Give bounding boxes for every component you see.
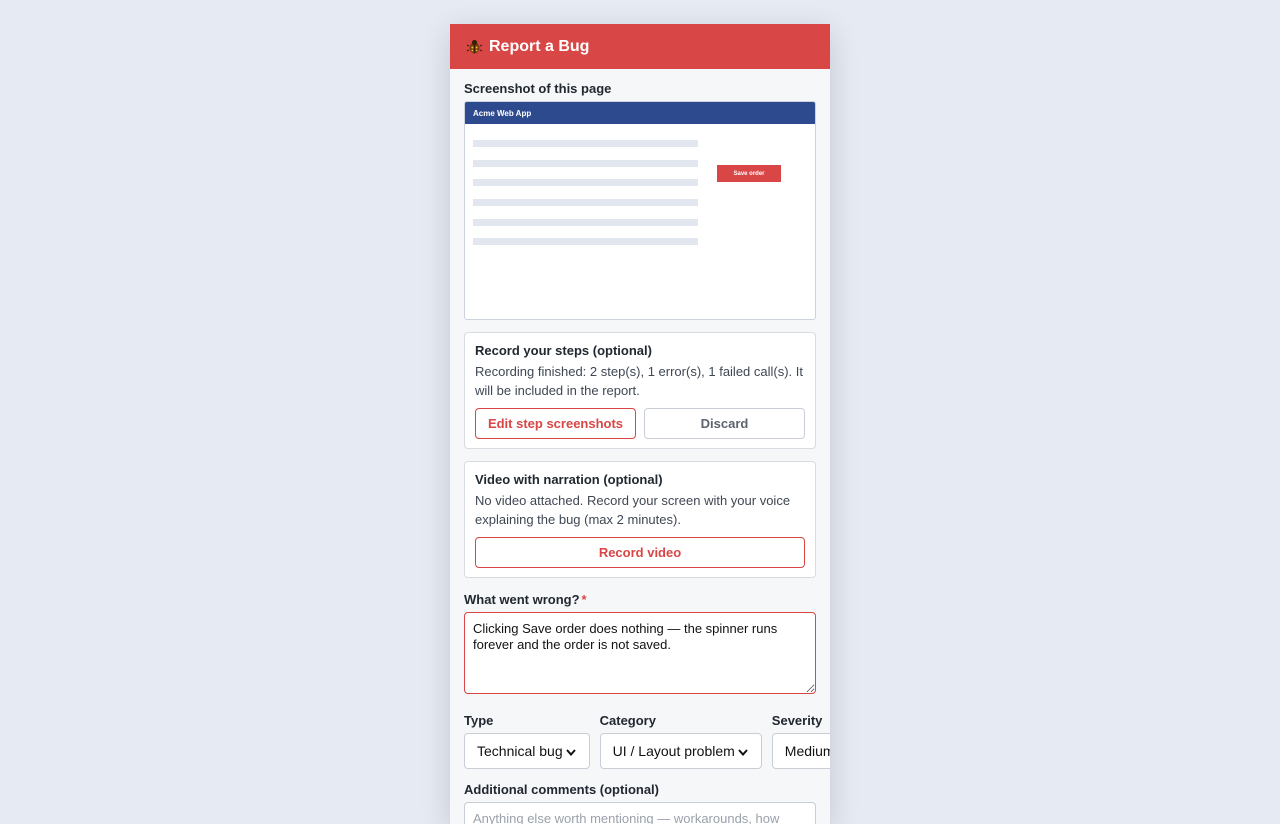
comments-textarea[interactable]: Anything else worth mentioning — workaro… [464,802,816,824]
description-label: What went wrong? * [464,592,816,607]
steps-status: Recording finished: 2 step(s), 1 error(s… [475,364,804,398]
required-marker: * [581,592,587,607]
severity-label: Severity [771,713,823,728]
edit-step-screenshots-button[interactable]: Edit step screenshots [475,408,636,439]
discard-button[interactable]: Discard [644,408,805,439]
severity-select-value: Medium [784,743,830,759]
preview-line [473,160,698,167]
video-status: No video attached. Record your screen wi… [475,493,791,527]
category-select-value: UI / Layout problem [612,743,735,759]
category-select[interactable]: UI / Layout problem [599,733,762,769]
comments-label: Additional comments (optional) [464,782,659,797]
video-title: Video with narration (optional) [475,472,663,487]
preview-line [473,219,698,226]
screenshot-label: Screenshot of this page [464,81,612,96]
screenshot-preview[interactable]: Acme Web App Save order [464,101,816,320]
description-label-text: What went wrong? [464,592,580,607]
preview-save-button: Save order [717,165,781,182]
type-select[interactable]: Technical bug [464,733,590,769]
steps-card: Record your steps (optional) Recording f… [464,332,816,449]
panel-title: Report a Bug [489,37,590,55]
preview-line [473,199,698,206]
preview-line [473,179,698,186]
category-label: Category [599,713,656,728]
panel-header: Report a Bug [450,24,830,69]
preview-line [473,238,698,245]
preview-line [473,140,698,147]
chevron-down-icon [737,745,749,757]
bug-report-panel: Report a Bug Screenshot of this page Acm… [450,24,830,824]
steps-title: Record your steps (optional) [475,343,652,358]
bug-icon [466,38,483,55]
type-select-value: Technical bug [477,743,563,759]
severity-select[interactable]: Medium [771,733,830,769]
record-video-button[interactable]: Record video [475,537,805,568]
video-card: Video with narration (optional) No video… [464,461,816,578]
chevron-down-icon [565,745,577,757]
description-textarea[interactable]: Clicking Save order does nothing — the s… [464,612,816,694]
type-label: Type [464,713,494,728]
preview-app-title: Acme Web App [465,102,815,124]
